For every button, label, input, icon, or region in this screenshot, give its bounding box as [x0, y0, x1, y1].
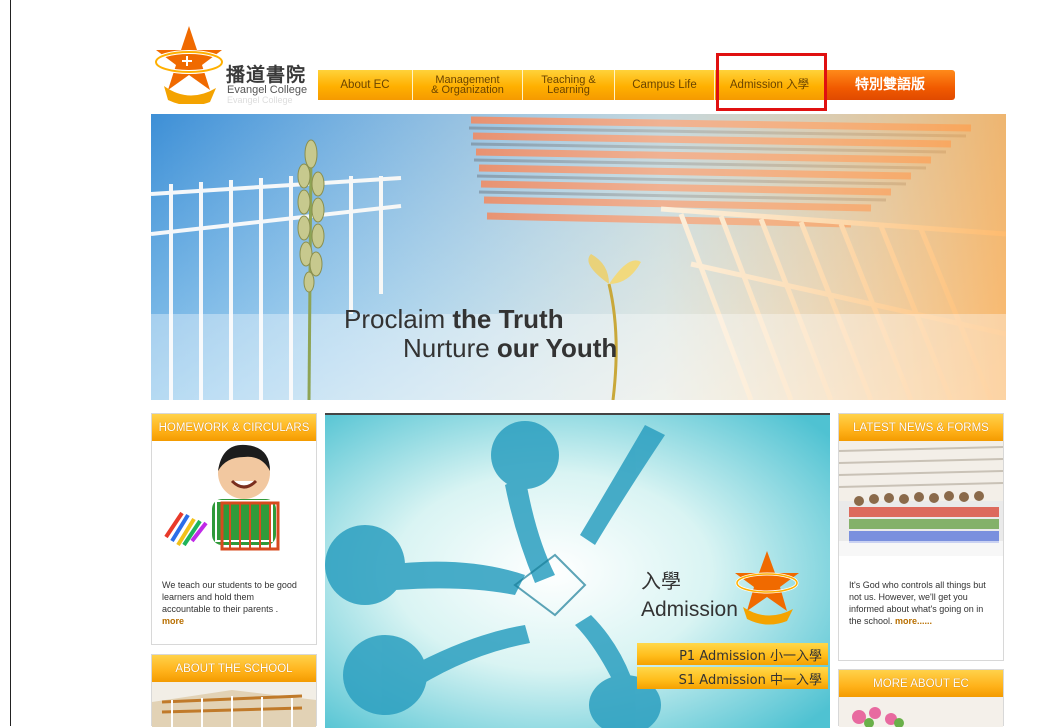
nav-teaching[interactable]: Teaching & Learning	[523, 70, 615, 100]
logo-english-name-reflection: Evangel College	[227, 95, 293, 105]
tagline-2-part-b: our Youth	[496, 333, 618, 363]
admission-feature-panel[interactable]: 入學 Admission P1 Admission 小一入學 S1 Admiss…	[325, 413, 830, 728]
admission-highlight-box	[716, 53, 827, 111]
s1-admission-button[interactable]: S1 Admission 中一入學	[637, 667, 828, 689]
logo-chinese-name: 播道書院	[226, 64, 307, 86]
nav-management-line2: & Organization	[431, 84, 504, 96]
flowers-photo	[839, 697, 1003, 727]
admission-title-zh: 入學	[641, 569, 681, 593]
tagline-1-part-b: the Truth	[452, 304, 564, 334]
main-nav: About EC Management & Organization Teachi…	[318, 70, 955, 100]
nav-special-label: 特別雙語版	[855, 77, 925, 93]
nav-management[interactable]: Management & Organization	[413, 70, 523, 100]
homework-text: We teach our students to be good learner…	[162, 580, 297, 614]
nav-teaching-line2: Learning	[547, 84, 590, 96]
news-photo	[839, 441, 1003, 556]
left-divider	[10, 0, 11, 726]
homework-circulars-box: HOMEWORK & CIRCULARS We teach our studen…	[151, 413, 317, 645]
more-about-ec-box: MORE ABOUT EC	[838, 669, 1004, 727]
admission-title-en: Admission	[641, 598, 738, 621]
nav-about-ec[interactable]: About EC	[318, 70, 413, 100]
homework-description: We teach our students to be good learner…	[162, 579, 302, 627]
homework-more-link[interactable]: more	[162, 616, 184, 626]
hero-banner: Proclaim the Truth Nurture our Youth	[151, 114, 1006, 400]
banner-tagline-1: Proclaim the Truth	[344, 304, 564, 335]
about-school-title[interactable]: ABOUT THE SCHOOL	[152, 655, 316, 682]
tagline-1-part-a: Proclaim	[344, 304, 453, 334]
latest-news-title[interactable]: LATEST NEWS & FORMS	[839, 414, 1003, 441]
school-logo[interactable]: 播道書院 Evangel College Evangel College	[150, 22, 310, 108]
nav-bilingual-edition[interactable]: 特別雙語版	[825, 70, 955, 100]
nav-about-label: About EC	[340, 79, 390, 91]
news-more-link[interactable]: more......	[895, 616, 932, 626]
banner-tagline-2: Nurture our Youth	[403, 333, 617, 364]
student-photo	[152, 441, 316, 556]
p1-admission-button[interactable]: P1 Admission 小一入學	[637, 643, 828, 665]
school-building-photo	[152, 682, 316, 727]
nav-campus-label: Campus Life	[632, 79, 697, 91]
more-about-ec-title[interactable]: MORE ABOUT EC	[839, 670, 1003, 697]
about-school-box: ABOUT THE SCHOOL	[151, 654, 317, 727]
news-description: It's God who controls all things but not…	[849, 579, 995, 627]
latest-news-box: LATEST NEWS & FORMS It's God who control…	[838, 413, 1004, 661]
nav-campus-life[interactable]: Campus Life	[615, 70, 715, 100]
tagline-2-part-a: Nurture	[403, 333, 497, 363]
star-logo-icon	[154, 26, 224, 104]
homework-circulars-title[interactable]: HOMEWORK & CIRCULARS	[152, 414, 316, 441]
